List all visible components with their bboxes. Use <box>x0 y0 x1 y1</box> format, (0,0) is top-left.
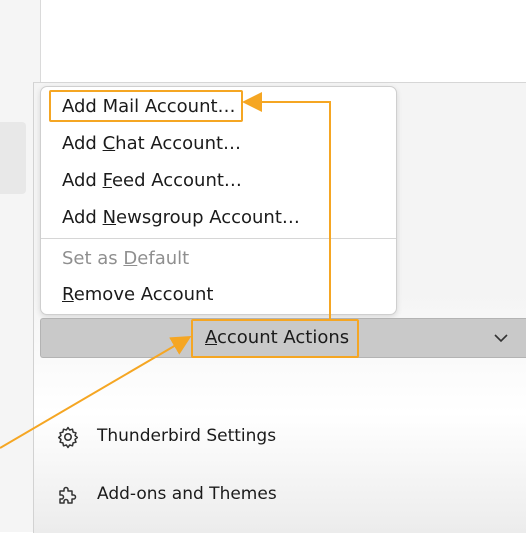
accesskey: F <box>102 170 112 191</box>
accesskey: N <box>102 207 117 228</box>
menu-item-add-chat-account[interactable]: Add Chat Account… <box>41 127 396 161</box>
menu-item-label: Add Mail Account… <box>62 96 236 117</box>
accesskey: C <box>102 133 116 154</box>
accesskey: R <box>62 284 74 305</box>
menu-item-remove-account[interactable]: Remove Account <box>41 278 396 312</box>
accesskey: D <box>123 248 138 269</box>
account-actions-menu: Add Mail Account… Add Chat Account… Add … <box>40 86 397 315</box>
chevron-down-icon <box>494 334 508 343</box>
puzzle-piece-icon <box>59 486 77 504</box>
addons-and-themes-label: Add-ons and Themes <box>97 484 277 504</box>
gear-icon <box>57 426 79 449</box>
menu-item-add-feed-account[interactable]: Add Feed Account… <box>41 164 396 198</box>
content-area <box>41 0 526 80</box>
addons-and-themes-item[interactable]: Add-ons and Themes <box>56 479 316 509</box>
menu-item-set-as-default: Set as Default <box>62 248 190 269</box>
menu-item-add-newsgroup-account[interactable]: Add Newsgroup Account… <box>41 201 396 235</box>
thunderbird-settings-label: Thunderbird Settings <box>97 426 277 446</box>
sidebar-selected-item[interactable] <box>0 122 26 194</box>
thunderbird-settings-item[interactable]: Thunderbird Settings <box>56 421 316 451</box>
menu-item-add-mail-account[interactable]: Add Mail Account… <box>41 90 396 124</box>
account-actions-button[interactable]: Account Actions <box>40 318 526 358</box>
account-actions-label: Account Actions <box>205 327 350 348</box>
menu-separator <box>41 238 396 239</box>
